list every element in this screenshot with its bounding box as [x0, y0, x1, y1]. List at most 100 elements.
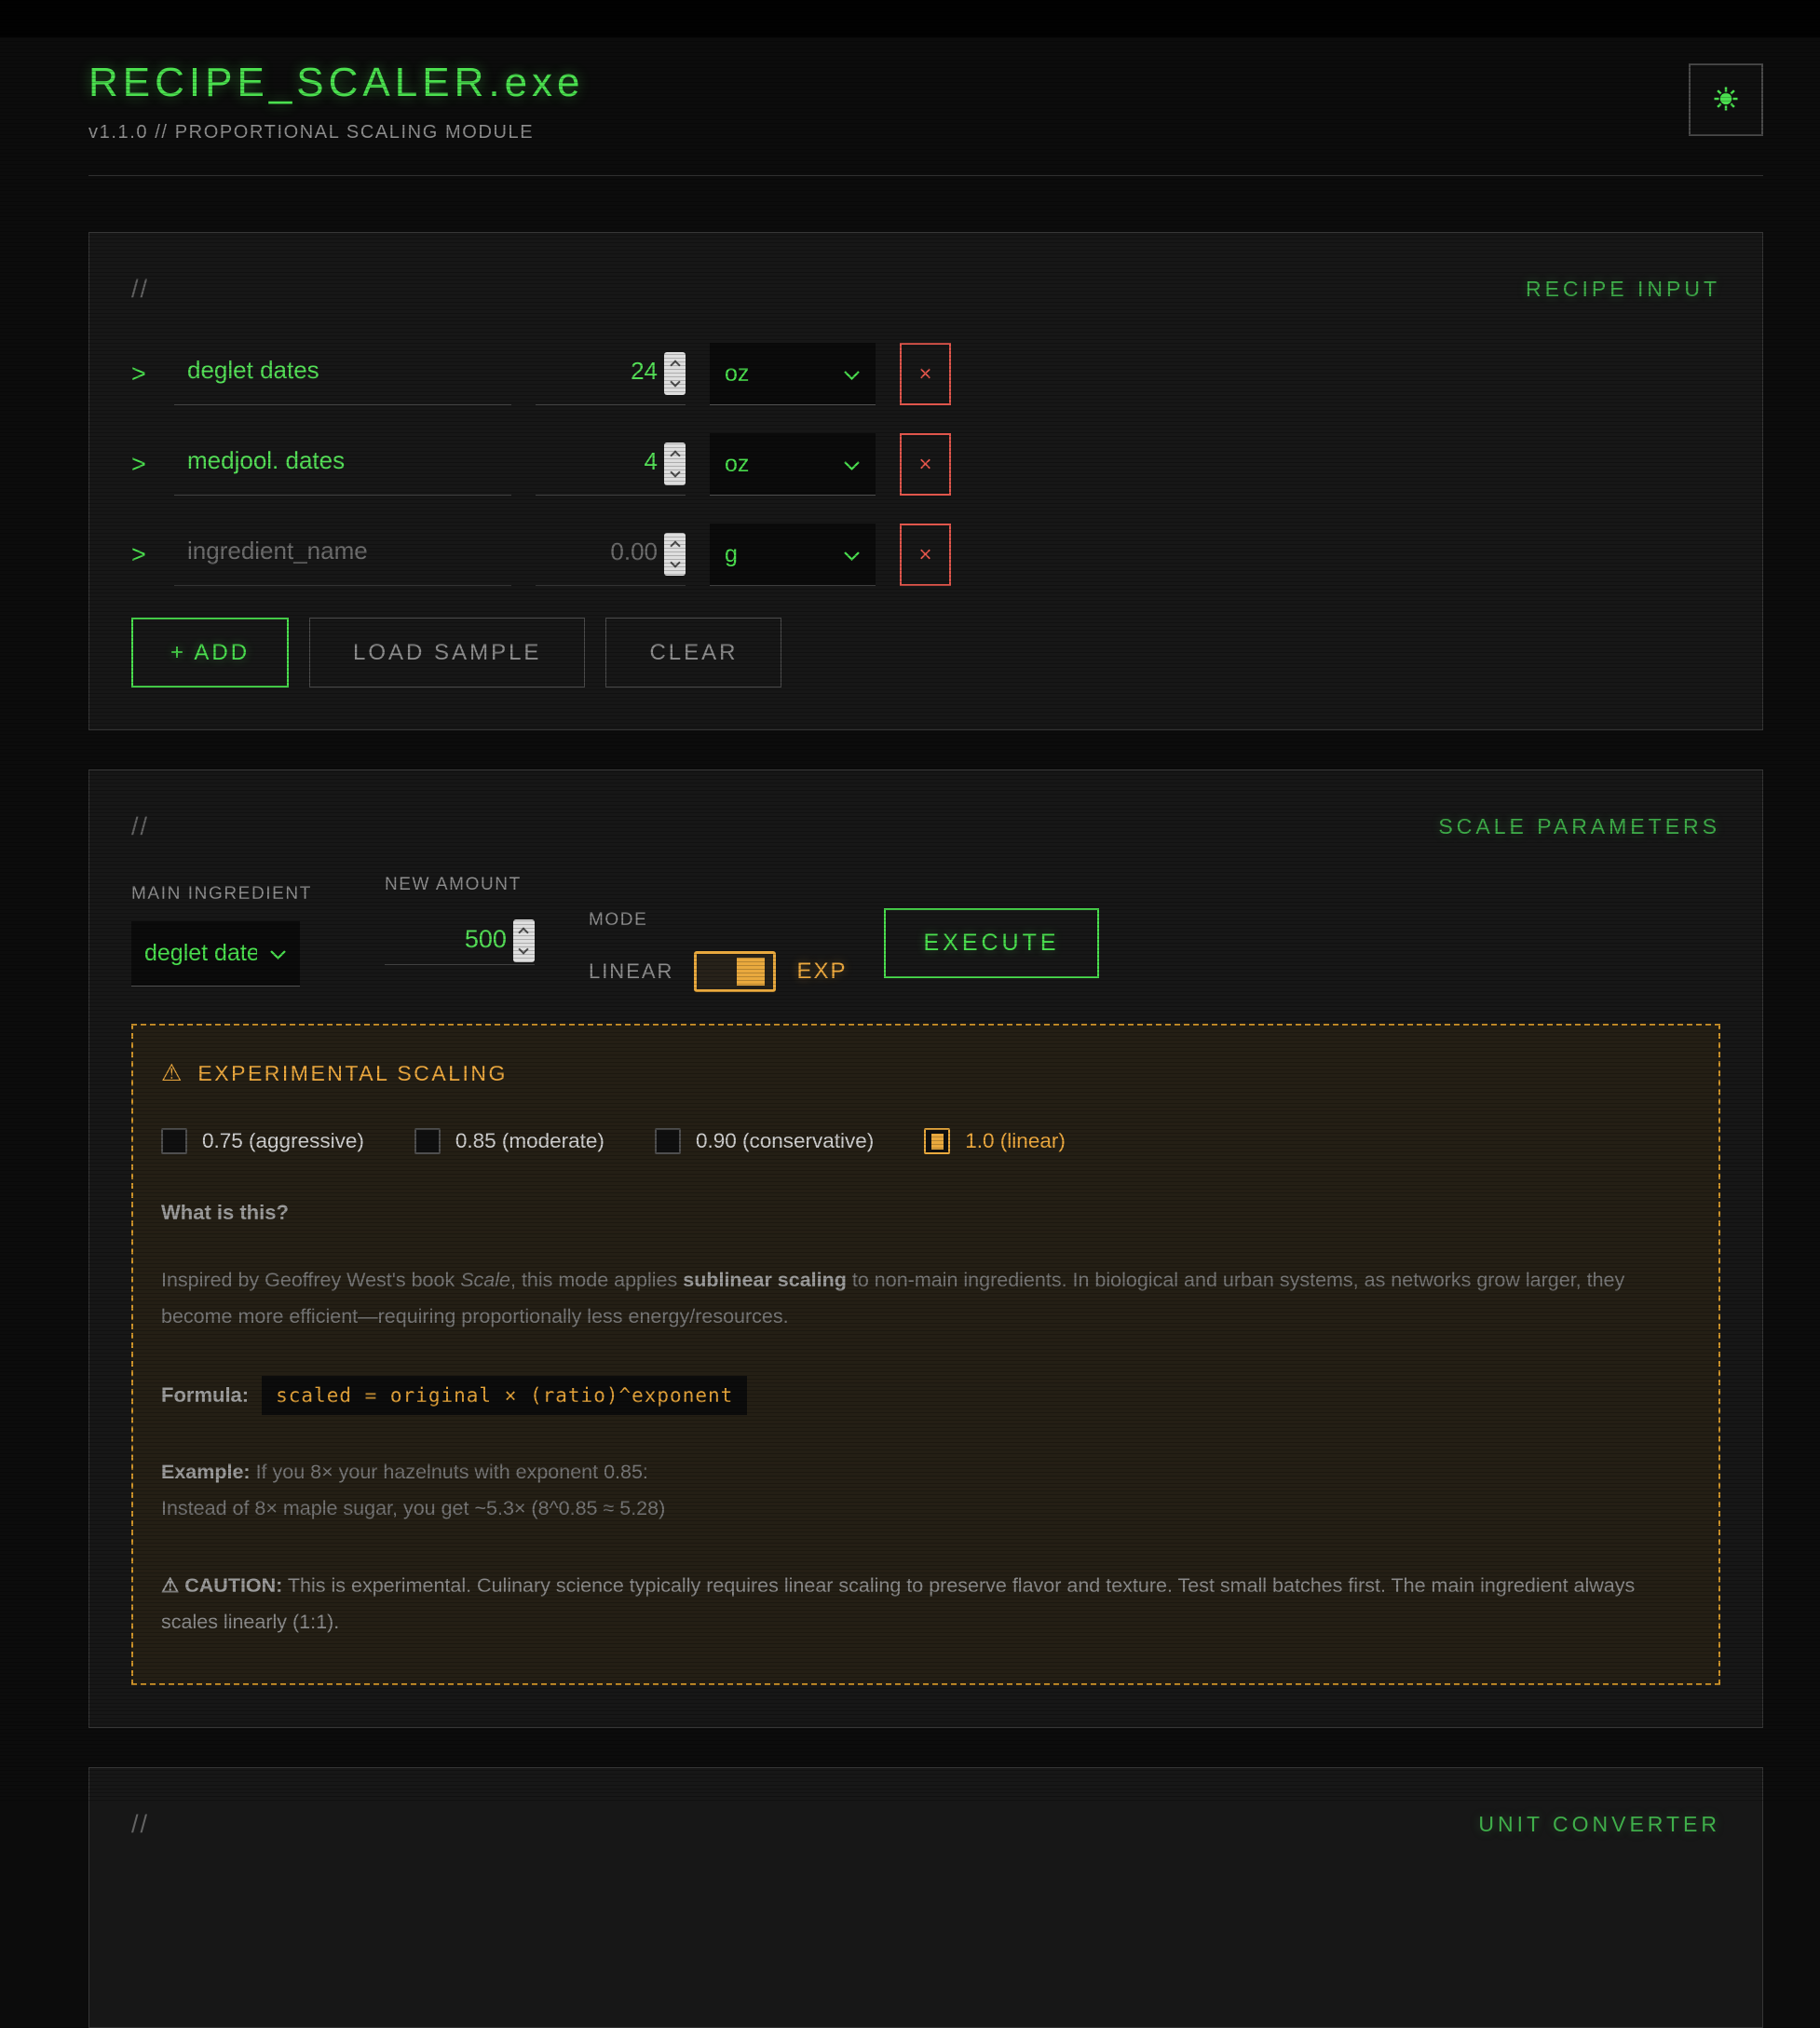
example-line1: If you 8× your hazelnuts with exponent 0… — [251, 1461, 648, 1483]
example-label: Example: — [161, 1461, 251, 1483]
exponent-option-10[interactable]: 1.0 (linear) — [924, 1128, 1066, 1154]
book-title-italic: Scale — [460, 1269, 510, 1291]
amount-stepper[interactable] — [664, 352, 686, 395]
ingredient-name-field — [174, 433, 511, 496]
what-is-this-heading: What is this? — [161, 1201, 1691, 1225]
main-ingredient-select-value: deglet dates — [144, 940, 257, 967]
prompt-symbol: > — [131, 540, 150, 569]
ingredient-amount-field — [536, 433, 686, 496]
ingredient-name-input[interactable] — [174, 356, 511, 392]
warning-icon: ⚠ — [161, 1059, 182, 1087]
remove-ingredient-button[interactable]: × — [900, 433, 951, 496]
clear-button[interactable]: CLEAR — [605, 618, 781, 687]
unit-select-value: g — [725, 541, 738, 568]
main-ingredient-select[interactable]: deglet dates — [131, 921, 300, 987]
unit-converter-panel: // UNIT CONVERTER — [88, 1767, 1763, 2028]
ingredient-amount-input[interactable] — [536, 357, 658, 391]
page-container: RECIPE_SCALER.exe v1.1.0 // PROPORTIONAL… — [88, 37, 1763, 2028]
mode-toggle[interactable] — [694, 951, 776, 992]
description-text: , this mode applies — [510, 1269, 683, 1291]
header-divider — [88, 175, 1763, 176]
unit-select[interactable]: g — [710, 524, 876, 586]
new-amount-group: NEW AMOUNT — [385, 875, 535, 965]
amount-stepper[interactable] — [513, 919, 535, 962]
stepper-up-icon[interactable] — [670, 360, 680, 370]
app-title: RECIPE_SCALER.exe — [88, 60, 585, 106]
unit-select-value: oz — [725, 361, 749, 388]
ingredient-name-field — [174, 524, 511, 586]
ingredient-amount-field — [536, 343, 686, 405]
unit-converter-header: // UNIT CONVERTER — [131, 1810, 1720, 1839]
caution-label: ⚠ CAUTION: — [161, 1574, 282, 1597]
checkbox-icon[interactable] — [414, 1128, 441, 1154]
recipe-input-panel: // RECIPE INPUT > oz — [88, 232, 1763, 730]
exponent-option-label: 1.0 (linear) — [965, 1129, 1066, 1153]
new-amount-field — [385, 919, 535, 965]
exponent-option-085[interactable]: 0.85 (moderate) — [414, 1128, 604, 1154]
stepper-down-icon[interactable] — [519, 944, 529, 954]
execute-button[interactable]: EXECUTE — [884, 908, 1098, 978]
amount-stepper[interactable] — [664, 533, 686, 576]
sun-icon — [1712, 85, 1740, 116]
top-strip — [0, 0, 1820, 37]
exponent-option-090[interactable]: 0.90 (conservative) — [655, 1128, 874, 1154]
section-marker: // — [131, 1810, 149, 1839]
experimental-header: ⚠ EXPERIMENTAL SCALING — [161, 1059, 1691, 1087]
checkbox-icon[interactable] — [161, 1128, 187, 1154]
prompt-symbol: > — [131, 360, 150, 388]
load-sample-button[interactable]: LOAD SAMPLE — [309, 618, 585, 687]
ingredient-name-field — [174, 343, 511, 405]
ingredient-amount-field — [536, 524, 686, 586]
experimental-title: EXPERIMENTAL SCALING — [197, 1061, 507, 1086]
stepper-up-icon[interactable] — [519, 927, 529, 937]
exponent-option-label: 0.75 (aggressive) — [202, 1129, 364, 1153]
scale-parameters-title: SCALE PARAMETERS — [1438, 814, 1720, 839]
unit-select[interactable]: oz — [710, 343, 876, 405]
section-marker: // — [131, 812, 149, 841]
unit-select-value: oz — [725, 451, 749, 478]
toggle-knob — [737, 958, 765, 986]
ingredient-row: > oz × — [131, 343, 1720, 405]
checkbox-icon[interactable] — [655, 1128, 681, 1154]
add-ingredient-button[interactable]: + ADD — [131, 618, 289, 687]
mode-label: MODE — [589, 910, 848, 931]
main-ingredient-group: MAIN INGREDIENT deglet dates — [131, 884, 312, 987]
theme-toggle-button[interactable] — [1689, 63, 1763, 136]
exponent-option-075[interactable]: 0.75 (aggressive) — [161, 1128, 364, 1154]
new-amount-input[interactable] — [385, 925, 507, 958]
mode-group: MODE LINEAR EXP — [589, 910, 848, 992]
ingredient-name-input[interactable] — [174, 537, 511, 573]
remove-ingredient-button[interactable]: × — [900, 524, 951, 586]
example-block: Example: If you 8× your hazelnuts with e… — [161, 1454, 1691, 1527]
exponent-option-label: 0.90 (conservative) — [696, 1129, 874, 1153]
prompt-symbol: > — [131, 450, 150, 479]
scale-parameters-panel: // SCALE PARAMETERS MAIN INGREDIENT degl… — [88, 769, 1763, 1728]
exponent-options: 0.75 (aggressive) 0.85 (moderate) 0.90 (… — [161, 1128, 1691, 1154]
ingredient-amount-input[interactable] — [536, 447, 658, 482]
formula-label: Formula: — [161, 1383, 249, 1408]
app-header: RECIPE_SCALER.exe v1.1.0 // PROPORTIONAL… — [88, 37, 1763, 143]
ingredient-amount-input[interactable] — [536, 538, 658, 572]
chevron-down-icon — [843, 541, 861, 568]
checkbox-icon[interactable] — [924, 1128, 950, 1154]
stepper-down-icon[interactable] — [670, 467, 680, 477]
stepper-down-icon[interactable] — [670, 557, 680, 567]
ingredient-name-input[interactable] — [174, 446, 511, 483]
remove-ingredient-button[interactable]: × — [900, 343, 951, 405]
unit-select[interactable]: oz — [710, 433, 876, 496]
app-subtitle: v1.1.0 // PROPORTIONAL SCALING MODULE — [88, 122, 585, 143]
header-text: RECIPE_SCALER.exe v1.1.0 // PROPORTIONAL… — [88, 60, 585, 143]
recipe-input-title: RECIPE INPUT — [1526, 277, 1720, 302]
stepper-up-icon[interactable] — [670, 450, 680, 460]
chevron-down-icon — [269, 940, 287, 967]
description-text: Inspired by Geoffrey West's book — [161, 1269, 460, 1291]
amount-stepper[interactable] — [664, 442, 686, 485]
mode-row: LINEAR EXP — [589, 951, 848, 992]
experimental-description: Inspired by Geoffrey West's book Scale, … — [161, 1262, 1691, 1335]
example-line2: Instead of 8× maple sugar, you get ~5.3×… — [161, 1497, 665, 1519]
stepper-down-icon[interactable] — [670, 376, 680, 387]
formula-code: scaled = original × (ratio)^exponent — [262, 1376, 747, 1415]
stepper-up-icon[interactable] — [670, 540, 680, 551]
experimental-scaling-box: ⚠ EXPERIMENTAL SCALING 0.75 (aggressive)… — [131, 1024, 1720, 1685]
formula-row: Formula: scaled = original × (ratio)^exp… — [161, 1376, 1691, 1415]
